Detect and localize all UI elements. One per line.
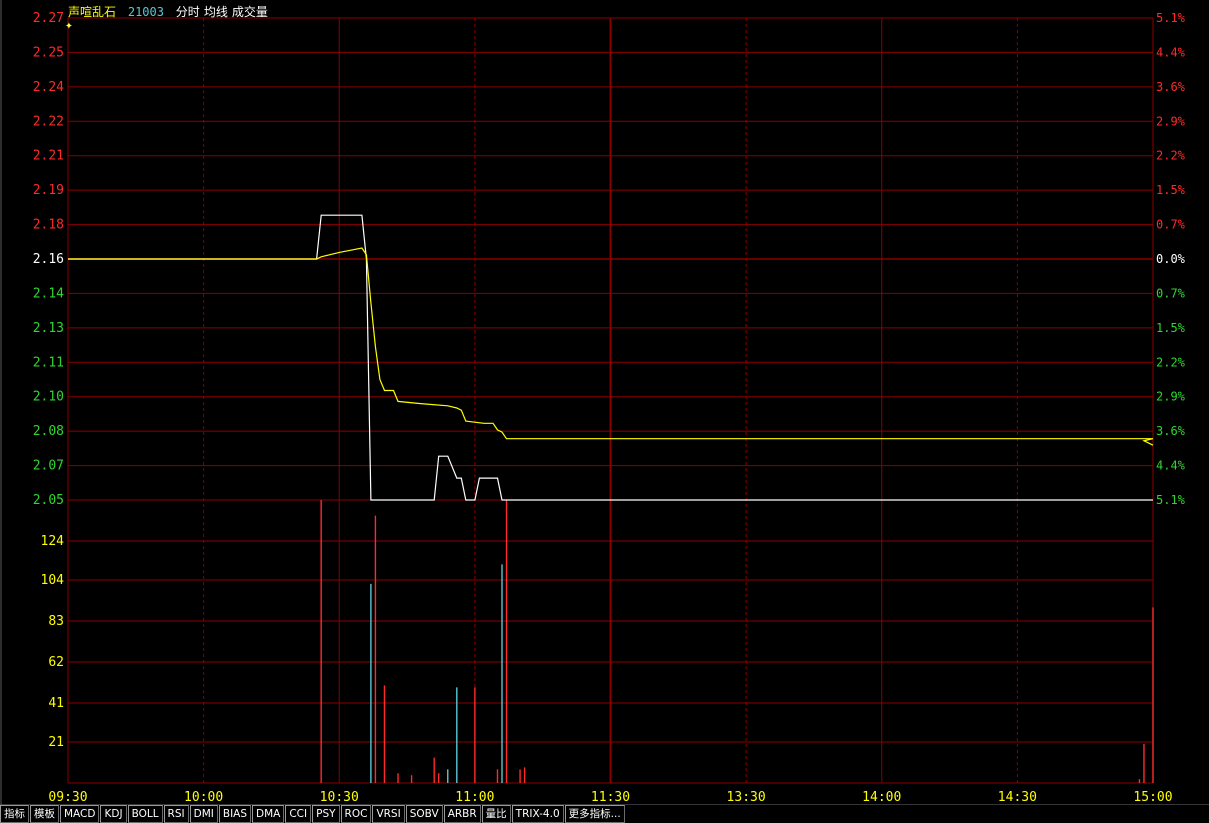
indicator-tab[interactable]: 指标 [0, 805, 29, 823]
price-tick-label: 2.27 [33, 11, 64, 26]
indicator-tab[interactable]: MACD [60, 805, 100, 823]
volume-tick-label: 41 [48, 696, 64, 711]
header-item-ma[interactable]: 均线 [204, 5, 228, 19]
chart-header: 声喧乱石 21003 分时 均线 成交量 [68, 3, 276, 19]
percent-tick-label: 0.7% [1156, 286, 1186, 300]
time-tick-label: 11:30 [591, 790, 630, 805]
price-tick-label: 2.07 [33, 459, 64, 474]
price-tick-label: 2.05 [33, 493, 64, 508]
volume-tick-label: 21 [48, 735, 64, 750]
indicator-tab[interactable]: PSY [312, 805, 340, 823]
price-tick-label: 2.22 [33, 114, 64, 129]
indicator-tab[interactable]: BIAS [218, 805, 252, 823]
percent-axis: 5.1% 4.4% 3.6% 2.9% 2.2% 1.5% 0.7% 0.0% 0.7% 1.5%… [1156, 11, 1186, 507]
indicator-tab[interactable]: TRIX-4.0 [511, 805, 564, 823]
indicator-tab[interactable]: KDJ [100, 805, 127, 823]
chart-background [0, 0, 1209, 823]
percent-tick-label: 1.5% [1156, 183, 1186, 197]
time-tick-label: 14:30 [998, 790, 1037, 805]
indicator-tab[interactable]: ARBR [443, 805, 481, 823]
price-tick-label: 2.11 [33, 355, 64, 370]
time-tick-label: 13:30 [727, 790, 766, 805]
cursor-star-icon: ✦ [65, 18, 73, 33]
price-tick-label: 2.13 [33, 321, 64, 336]
time-axis: 09:30 10:00 10:30 11:00 11:30 13:30 14:00 14:30… [48, 790, 1172, 805]
price-tick-label: 2.19 [33, 183, 64, 198]
price-tick-label: 2.18 [33, 218, 64, 233]
time-tick-label: 15:00 [1133, 790, 1172, 805]
indicator-tab[interactable]: DMA [252, 805, 285, 823]
percent-tick-label: 5.1% [1156, 11, 1186, 25]
indicator-tab[interactable]: 量比 [481, 805, 511, 823]
indicator-tab[interactable]: VRSI [372, 805, 405, 823]
percent-tick-label: 4.4% [1156, 45, 1186, 59]
price-tick-label: 2.25 [33, 45, 64, 60]
indicator-tab[interactable]: CCI [285, 805, 312, 823]
time-tick-label: 09:30 [48, 790, 87, 805]
time-tick-label: 11:00 [455, 790, 494, 805]
indicator-tab[interactable]: BOLL [127, 805, 163, 823]
time-tick-label: 14:00 [862, 790, 901, 805]
header-item-volume[interactable]: 成交量 [232, 5, 268, 19]
percent-tick-label: 4.4% [1156, 459, 1186, 473]
percent-tick-label: 0.0% [1156, 252, 1186, 266]
stock-code: 21003 [127, 5, 164, 19]
time-tick-label: 10:00 [184, 790, 223, 805]
price-tick-label: 2.24 [33, 80, 64, 95]
price-tick-label: 2.21 [33, 149, 64, 164]
indicator-tab-bar: 指标 模板 MACD KDJ BOLL RSI DMI BIAS DMA CCI PSY ROC VRS… [0, 805, 1209, 823]
price-tick-label: 2.10 [33, 390, 64, 405]
price-tick-label: 2.08 [33, 424, 64, 439]
percent-tick-label: 1.5% [1156, 321, 1186, 335]
intraday-chart[interactable]: 2.27 2.25 2.24 2.22 2.21 2.19 2.18 2.16 2.14 2.13… [0, 0, 1209, 823]
percent-tick-label: 2.2% [1156, 149, 1186, 163]
percent-tick-label: 2.9% [1156, 114, 1186, 128]
indicator-tab[interactable]: 更多指标... [564, 805, 625, 823]
time-tick-label: 10:30 [320, 790, 359, 805]
volume-tick-label: 62 [48, 655, 64, 670]
indicator-tab[interactable]: RSI [163, 805, 189, 823]
price-tick-label: 2.14 [33, 286, 64, 301]
volume-tick-label: 83 [48, 614, 64, 629]
percent-tick-label: 3.6% [1156, 424, 1186, 438]
indicator-tab[interactable]: ROC [340, 805, 372, 823]
stock-name[interactable]: 声喧乱石 [68, 5, 116, 19]
percent-tick-label: 2.2% [1156, 355, 1186, 369]
header-item-intraday[interactable]: 分时 [176, 5, 200, 19]
price-axis: 2.27 2.25 2.24 2.22 2.21 2.19 2.18 2.16 2.14 2.13… [33, 11, 64, 508]
volume-tick-label: 104 [41, 573, 65, 588]
indicator-tab[interactable]: 模板 [30, 805, 59, 823]
percent-tick-label: 3.6% [1156, 80, 1186, 94]
indicator-tab[interactable]: DMI [189, 805, 218, 823]
percent-tick-label: 0.7% [1156, 218, 1186, 232]
percent-tick-label: 2.9% [1156, 390, 1186, 404]
price-tick-label: 2.16 [33, 252, 64, 267]
volume-tick-label: 124 [41, 534, 65, 549]
indicator-tab[interactable]: SOBV [405, 805, 443, 823]
percent-tick-label: 5.1% [1156, 493, 1186, 507]
